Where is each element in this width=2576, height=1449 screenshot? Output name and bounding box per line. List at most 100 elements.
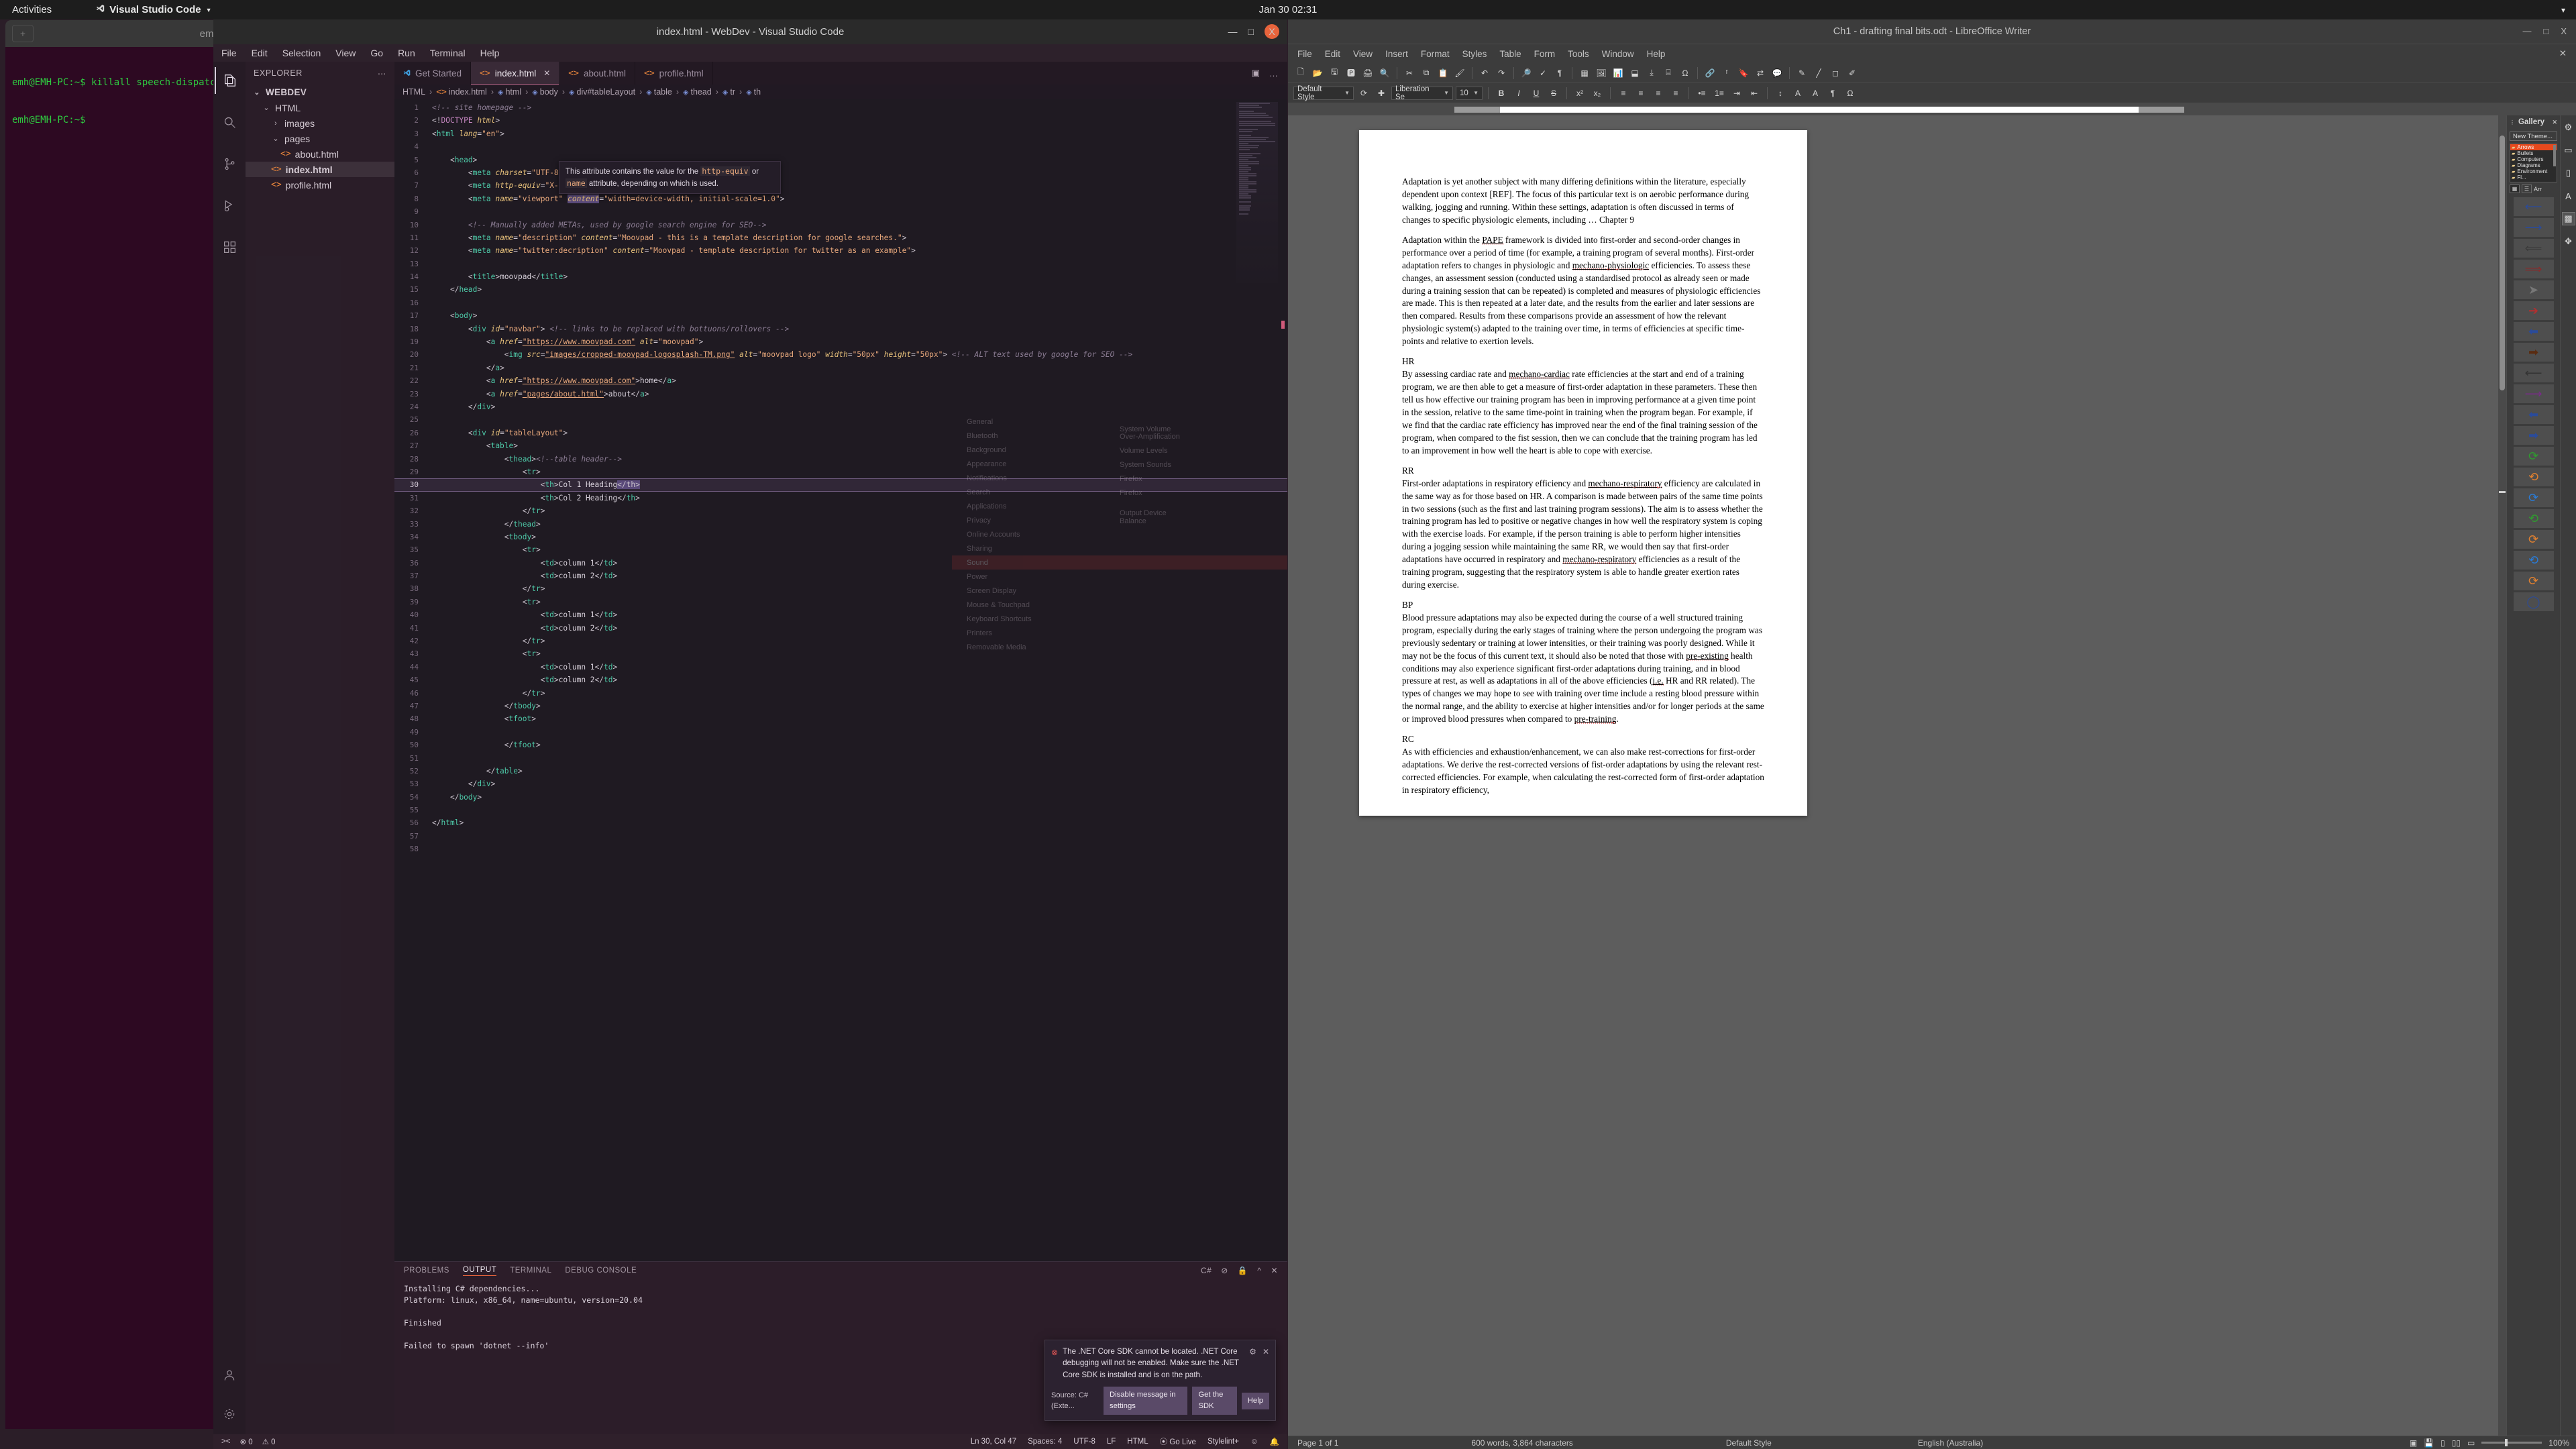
get-the-sdk-button[interactable]: Get the SDK: [1192, 1387, 1237, 1415]
multi-page-view-icon[interactable]: ▯▯: [2452, 1438, 2461, 1448]
page-indicator[interactable]: Page 1 of 1: [1288, 1438, 1348, 1448]
formatting-marks-icon[interactable]: ¶: [1552, 66, 1567, 80]
superscript-icon[interactable]: x²: [1572, 86, 1587, 101]
basic-shapes-icon[interactable]: ◻: [1828, 66, 1843, 80]
tab-profile-html[interactable]: <> profile.html: [635, 62, 713, 85]
code-line[interactable]: 17 <body>: [394, 309, 1287, 322]
maximize-panel-icon[interactable]: ^: [1257, 1266, 1261, 1275]
highlight-color-icon[interactable]: A: [1808, 86, 1823, 101]
gallery-arrow-thumb[interactable]: ⟳: [2513, 530, 2554, 549]
spelling-icon[interactable]: ✓: [1536, 66, 1550, 80]
code-line[interactable]: 19 <a href="https://www.moovpad.com" alt…: [394, 335, 1287, 348]
insert-hyperlink-icon[interactable]: 🔗: [1703, 66, 1717, 80]
chevron-down-icon[interactable]: ▼: [1444, 90, 1449, 96]
minimize-button[interactable]: —: [1228, 26, 1238, 37]
icon-view-icon[interactable]: ▦: [2510, 184, 2520, 193]
code-line[interactable]: 9: [394, 205, 1287, 218]
chevron-down-icon[interactable]: ⌄: [271, 134, 280, 143]
subscript-icon[interactable]: x₂: [1590, 86, 1605, 101]
active-app-menu[interactable]: Visual Studio Code ▼: [96, 4, 212, 15]
gallery-arrow-thumb[interactable]: ⟶: [2513, 384, 2554, 403]
scrollbar-thumb[interactable]: [2500, 136, 2505, 390]
disable-message-button[interactable]: Disable message in settings: [1103, 1387, 1188, 1415]
breadcrumb-item-thead[interactable]: ◈ thead: [683, 87, 712, 97]
menu-styles[interactable]: Styles: [1462, 49, 1487, 59]
properties-icon[interactable]: ▭: [2562, 144, 2575, 157]
zoom-slider[interactable]: [2481, 1439, 2542, 1446]
split-editor-icon[interactable]: ▣: [1252, 68, 1260, 78]
decrease-indent-icon[interactable]: ⇤: [1747, 86, 1762, 101]
stylelint-status[interactable]: Stylelint+: [1208, 1438, 1239, 1446]
insert-image-icon[interactable]: 🖼: [1594, 66, 1609, 80]
breadcrumb-item-table[interactable]: ◈ table: [646, 87, 672, 97]
code-line[interactable]: 8 <meta name="viewport" content="width=d…: [394, 193, 1287, 205]
gallery-arrow-thumb[interactable]: ⟹: [2513, 260, 2554, 278]
code-line[interactable]: 22 <a href="https://www.moovpad.com">hom…: [394, 374, 1287, 387]
gallery-arrow-thumb[interactable]: ⟲: [2513, 509, 2554, 528]
sidebar-settings-gear-icon[interactable]: ⚙: [2562, 121, 2575, 134]
word-count[interactable]: 600 words, 3,864 characters: [1462, 1438, 1582, 1448]
menu-help[interactable]: Help: [1647, 49, 1666, 59]
code-line[interactable]: 51: [394, 752, 1287, 765]
code-line[interactable]: 14 <title>moovpad</title>: [394, 270, 1287, 283]
explorer-root[interactable]: ⌄ WEBDEV: [246, 85, 394, 100]
gallery-arrow-thumb[interactable]: ⟶: [2513, 218, 2554, 237]
menu-file[interactable]: File: [221, 48, 237, 58]
selection-mode-icon[interactable]: ▣: [2410, 1438, 2417, 1448]
close-button[interactable]: X: [1265, 24, 1279, 39]
footnote-icon[interactable]: ᶠ: [1719, 66, 1734, 80]
page-break-icon[interactable]: ⤓: [1644, 66, 1659, 80]
code-line[interactable]: 5 <head>: [394, 154, 1287, 166]
language-mode[interactable]: HTML: [1127, 1438, 1148, 1446]
breadcrumb-item-div[interactable]: ◈ div#tableLayout: [569, 87, 635, 97]
menu-edit[interactable]: Edit: [252, 48, 268, 58]
chevron-down-icon[interactable]: ⌄: [252, 88, 262, 97]
writer-formatting-toolbar[interactable]: Default Style ▼ ⟳ ✚ Liberation Se ▼ 10 ▼…: [1288, 83, 2576, 103]
code-line[interactable]: 18 <div id="navbar"> <!-- links to be re…: [394, 323, 1287, 335]
bookmark-icon[interactable]: 🔖: [1736, 66, 1751, 80]
gallery-arrow-thumb[interactable]: ➤: [2513, 280, 2554, 299]
strikethrough-icon[interactable]: S: [1546, 86, 1561, 101]
bottom-panel[interactable]: PROBLEMS OUTPUT TERMINAL DEBUG CONSOLE C…: [394, 1261, 1287, 1434]
new-document-icon[interactable]: 🗋: [1293, 66, 1308, 80]
code-line[interactable]: 24 </div>: [394, 400, 1287, 413]
notification-toast[interactable]: ⊗ The .NET Core SDK cannot be located. .…: [1044, 1339, 1276, 1421]
copy-icon[interactable]: ⧉: [1419, 66, 1434, 80]
tree-item-html[interactable]: ⌄ HTML: [246, 100, 394, 115]
help-button[interactable]: Help: [1241, 1392, 1269, 1409]
menu-terminal[interactable]: Terminal: [430, 48, 466, 58]
menu-help[interactable]: Help: [480, 48, 500, 58]
eol-setting[interactable]: LF: [1107, 1438, 1116, 1446]
tree-item-index-html[interactable]: <> index.html: [246, 162, 394, 177]
menu-format[interactable]: Format: [1421, 49, 1450, 59]
close-icon[interactable]: ✕: [2552, 119, 2557, 126]
tab-about-html[interactable]: <> about.html: [559, 62, 635, 85]
insert-special-icon[interactable]: Ω: [1843, 86, 1858, 101]
line-spacing-icon[interactable]: ↕: [1773, 86, 1788, 101]
tree-item-images[interactable]: › images: [246, 115, 394, 131]
writer-menubar[interactable]: File Edit View Insert Format Styles Tabl…: [1288, 44, 2576, 63]
ellipsis-icon[interactable]: ⋯: [378, 68, 386, 78]
insert-field-icon[interactable]: ⌸: [1661, 66, 1676, 80]
scrollbar-marker[interactable]: [1281, 321, 1285, 329]
menu-run[interactable]: Run: [398, 48, 415, 58]
output-channel-selector[interactable]: C#: [1201, 1266, 1212, 1275]
clear-output-icon[interactable]: ⊘: [1221, 1266, 1228, 1275]
gallery-arrow-thumb[interactable]: ⟲: [2513, 551, 2554, 570]
gallery-arrow-thumb[interactable]: ◯: [2513, 592, 2554, 611]
open-icon[interactable]: 📂: [1310, 66, 1325, 80]
print-preview-icon[interactable]: 🔍: [1377, 66, 1392, 80]
maximize-button[interactable]: □: [1248, 26, 1254, 37]
code-line[interactable]: 15 </head>: [394, 283, 1287, 296]
code-line[interactable]: 57: [394, 830, 1287, 843]
panel-tab-output[interactable]: OUTPUT: [462, 1266, 497, 1276]
lock-scroll-icon[interactable]: 🔒: [1238, 1266, 1248, 1275]
notifications-bell-icon[interactable]: 🔔: [1270, 1437, 1279, 1446]
tab-index-html[interactable]: <> index.html ✕: [471, 62, 560, 85]
align-center-icon[interactable]: ≡: [1633, 86, 1648, 101]
editor-area[interactable]: 1 <!-- site homepage --> 2 <!DOCTYPE html> 3…: [394, 99, 1287, 1261]
zoom-level[interactable]: 100%: [2548, 1438, 2569, 1448]
gallery-theme-diagrams[interactable]: ▰ Diagrams: [2510, 162, 2557, 168]
language-indicator[interactable]: English (Australia): [1909, 1438, 1992, 1448]
line-icon[interactable]: ╱: [1811, 66, 1826, 80]
